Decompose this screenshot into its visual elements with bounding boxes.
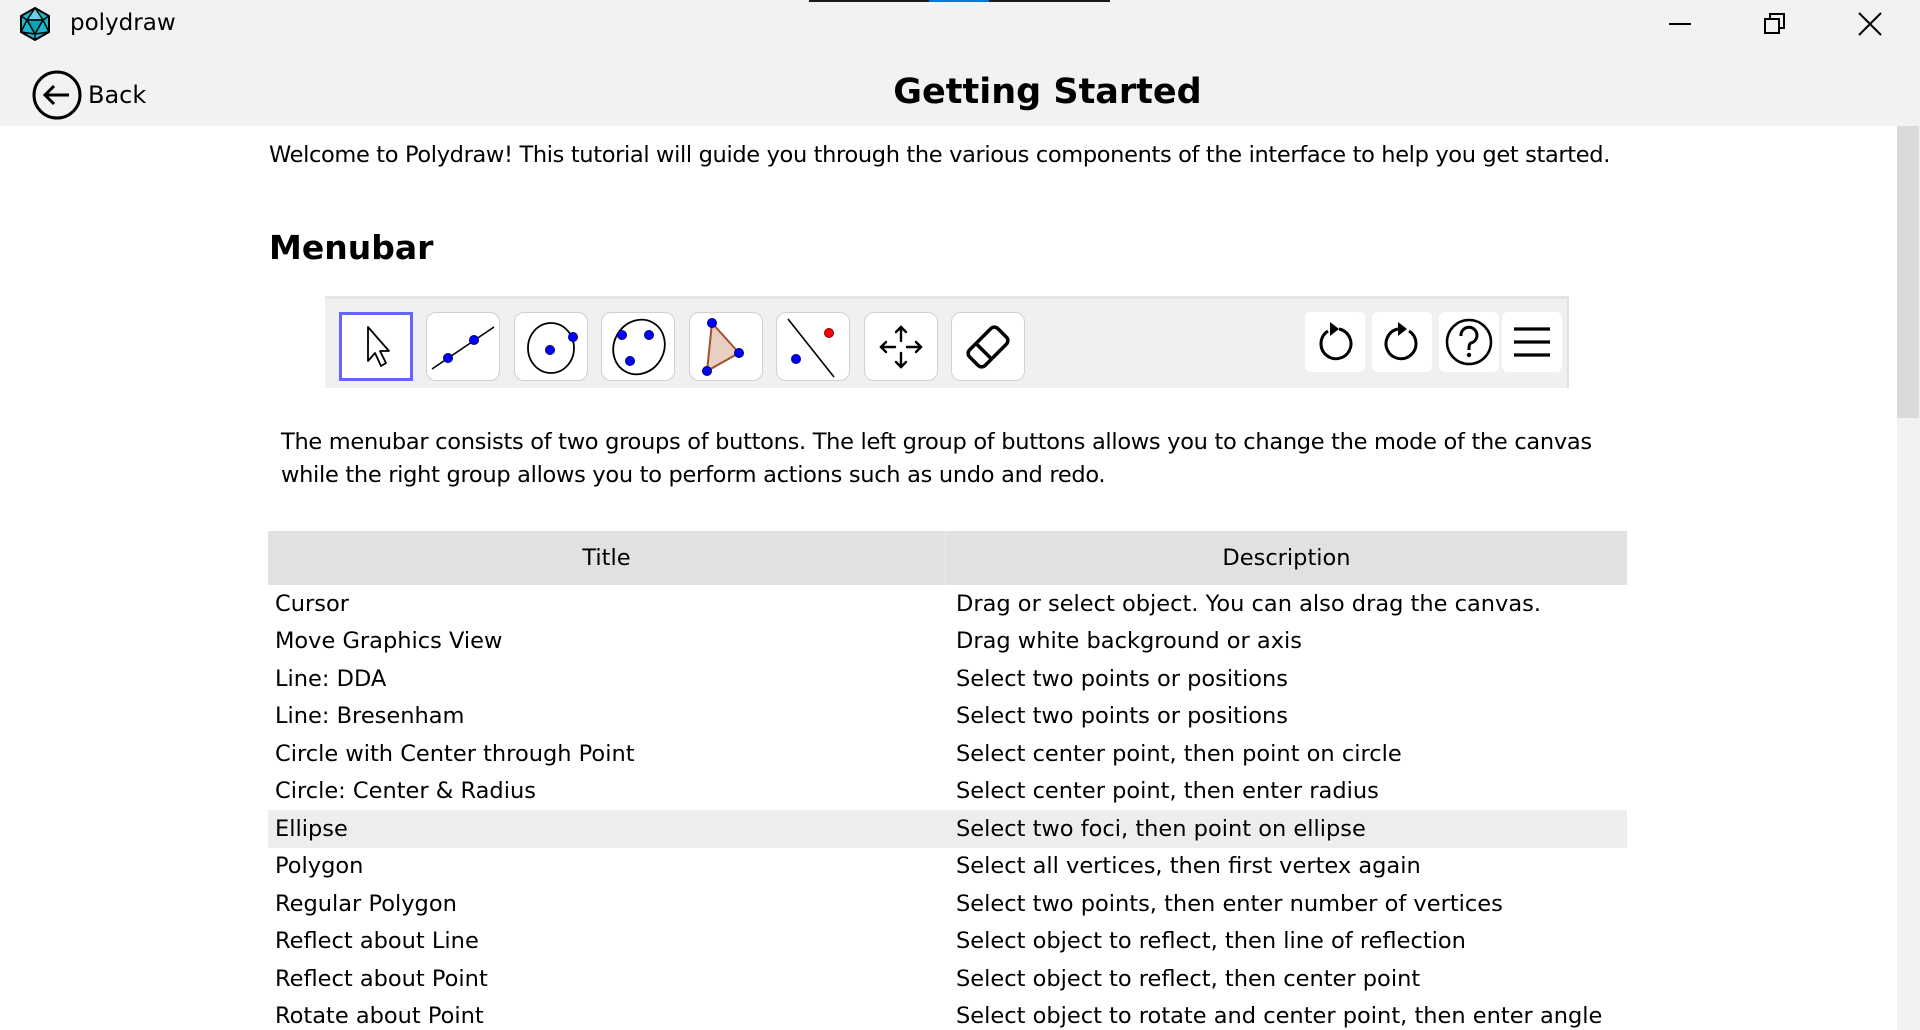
cell-title: Reflect about Point — [275, 965, 488, 992]
polygon-tool-button[interactable] — [689, 312, 763, 381]
cell-title: Reflect about Line — [275, 928, 479, 955]
intro-text: Welcome to Polydraw! This tutorial will … — [269, 142, 1610, 168]
cell-title: Circle: Center & Radius — [275, 778, 536, 805]
help-button[interactable] — [1439, 312, 1499, 372]
restore-button[interactable] — [1735, 0, 1815, 48]
table-row: Line: Bresenham Select two points or posi… — [268, 698, 1627, 736]
table-header: Title Description — [268, 531, 1627, 585]
minimize-icon — [1669, 23, 1691, 25]
reflect-tool-button[interactable] — [776, 312, 850, 381]
polygon-icon — [702, 317, 744, 376]
cell-title: Circle with Center through Point — [275, 740, 635, 767]
reflect-about-line-icon — [787, 318, 835, 377]
undo-icon — [1319, 322, 1353, 361]
table-row: Reflect about Line Select object to refle… — [268, 923, 1627, 961]
help-circle-icon — [1445, 318, 1493, 366]
cursor-tool-button[interactable] — [339, 312, 413, 381]
cell-title: Polygon — [275, 853, 364, 880]
cell-title: Regular Polygon — [275, 890, 457, 917]
cell-description: Select two points, then enter number of … — [956, 890, 1503, 917]
app-title: polydraw — [70, 10, 176, 36]
redo-icon — [1384, 322, 1418, 361]
menu-button[interactable] — [1502, 312, 1562, 372]
table-row: Circle with Center through Point Select c… — [268, 735, 1627, 773]
table-row: Rotate about Point Select object to rotat… — [268, 998, 1627, 1030]
table-row: Cursor Drag or select object. You can als… — [268, 585, 1627, 623]
table-row: Circle: Center & Radius Select center poi… — [268, 773, 1627, 811]
cell-description: Select object to rotate and center point… — [956, 1003, 1603, 1030]
cell-description: Select all vertices, then first vertex a… — [956, 853, 1421, 880]
table-body: Cursor Drag or select object. You can als… — [268, 585, 1627, 1030]
cell-title: Line: DDA — [275, 665, 387, 692]
move-view-tool-button[interactable] — [864, 312, 938, 381]
eraser-icon — [966, 324, 1010, 369]
loading-indicator — [809, 0, 1110, 2]
cell-description: Select center point, then point on circl… — [956, 740, 1402, 767]
menubar-description: The menubar consists of two groups of bu… — [281, 429, 1592, 488]
move-arrows-icon — [879, 324, 923, 369]
cell-description: Drag or select object. You can also drag… — [956, 590, 1542, 617]
title-bar: polydraw — [0, 0, 1920, 50]
menubar-illustration — [325, 296, 1569, 388]
cell-description: Select object to reflect, then line of r… — [956, 928, 1466, 955]
table-row: Reflect about Point Select object to refl… — [268, 960, 1627, 998]
column-header-title: Title — [268, 531, 946, 585]
table-row: Move Graphics View Drag white background … — [268, 623, 1627, 661]
cell-title: Move Graphics View — [275, 628, 503, 655]
close-icon — [1858, 12, 1882, 36]
redo-button[interactable] — [1372, 312, 1432, 372]
ellipse-icon — [612, 318, 666, 375]
tools-table: Title Description Cursor Drag or select o… — [268, 531, 1627, 1030]
table-row: Polygon Select all vertices, then first v… — [268, 848, 1627, 886]
ellipse-tool-button[interactable] — [601, 312, 675, 381]
close-button[interactable] — [1830, 0, 1910, 48]
column-header-description: Description — [1222, 545, 1351, 571]
cell-description: Select center point, then enter radius — [956, 778, 1379, 805]
table-row: Ellipse Select two foci, then point on el… — [268, 810, 1627, 848]
cell-description: Drag white background or axis — [956, 628, 1303, 655]
icosahedron-logo-icon — [20, 6, 50, 42]
section-heading-menubar: Menubar — [269, 228, 434, 267]
cell-title: Line: Bresenham — [275, 703, 465, 730]
cell-title: Ellipse — [275, 815, 348, 842]
scrollbar-thumb[interactable] — [1897, 126, 1919, 418]
cursor-arrow-icon — [367, 325, 390, 367]
table-row: Regular Polygon Select two points, then e… — [268, 885, 1627, 923]
cell-description: Select two foci, then point on ellipse — [956, 815, 1366, 842]
eraser-tool-button[interactable] — [951, 312, 1025, 381]
line-tool-button[interactable] — [426, 312, 500, 381]
cell-title: Rotate about Point — [275, 1003, 484, 1030]
undo-button[interactable] — [1305, 312, 1365, 372]
cell-title: Cursor — [275, 590, 349, 617]
minimize-button[interactable] — [1640, 0, 1720, 48]
circle-tool-button[interactable] — [514, 312, 588, 381]
line-through-points-icon — [431, 325, 495, 370]
tutorial-content: Welcome to Polydraw! This tutorial will … — [0, 126, 1897, 1030]
cell-description: Select object to reflect, then center po… — [956, 965, 1421, 992]
hamburger-menu-icon — [1514, 327, 1550, 357]
page-title: Getting Started — [893, 72, 1202, 112]
restore-icon — [1764, 13, 1785, 34]
cell-description: Select two points or positions — [956, 703, 1288, 730]
table-row: Line: DDA Select two points or positions — [268, 660, 1627, 698]
circle-center-point-icon — [527, 321, 578, 374]
cell-description: Select two points or positions — [956, 665, 1288, 692]
